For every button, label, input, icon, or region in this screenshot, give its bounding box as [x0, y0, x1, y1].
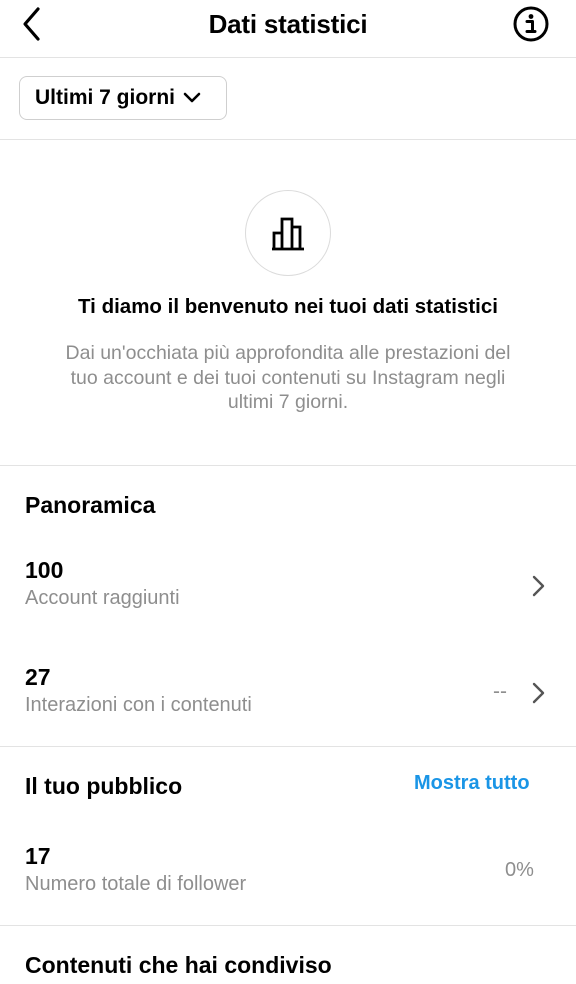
- info-button[interactable]: [512, 5, 550, 43]
- chevron-right-icon: [532, 575, 545, 597]
- date-range-dropdown[interactable]: Ultimi 7 giorni: [19, 76, 227, 120]
- shared-content-title: Contenuti che hai condiviso: [25, 952, 332, 978]
- section-divider: [0, 746, 576, 747]
- section-divider: [0, 925, 576, 926]
- stat-value: 100: [25, 557, 64, 583]
- stat-value: 17: [25, 843, 51, 869]
- chevron-right-icon: [532, 682, 545, 704]
- audience-title: Il tuo pubblico: [25, 773, 183, 799]
- followers-row: 17 Numero totale di follower: [0, 843, 576, 923]
- insights-icon-circle: [245, 190, 331, 276]
- welcome-description: Dai un'occhiata più approfondita alle pr…: [65, 342, 511, 413]
- info-icon: [513, 6, 549, 42]
- top-bar: Dati statistici: [0, 0, 576, 58]
- date-range-row: Ultimi 7 giorni: [0, 58, 576, 140]
- welcome-section: Ti diamo il benvenuto nei tuoi dati stat…: [0, 140, 576, 466]
- content-interactions-row[interactable]: 27 Interazioni con i contenuti --: [0, 664, 576, 744]
- page-title: Dati statistici: [208, 9, 368, 39]
- overview-title: Panoramica: [25, 492, 156, 518]
- welcome-title: Ti diamo il benvenuto nei tuoi dati stat…: [78, 295, 498, 318]
- stat-label: Numero totale di follower: [25, 873, 247, 895]
- change-indicator: --: [493, 680, 507, 703]
- stat-value: 27: [25, 664, 51, 690]
- date-range-label: Ultimi 7 giorni: [35, 86, 176, 109]
- bar-chart-icon: [272, 217, 304, 251]
- stat-label: Account raggiunti: [25, 587, 180, 609]
- stat-label: Interazioni con i contenuti: [25, 694, 252, 716]
- accounts-reached-row[interactable]: 100 Account raggiunti: [0, 557, 576, 637]
- followers-change: 0%: [505, 859, 534, 881]
- chevron-down-icon: [183, 92, 201, 103]
- show-all-link[interactable]: Mostra tutto: [414, 772, 530, 795]
